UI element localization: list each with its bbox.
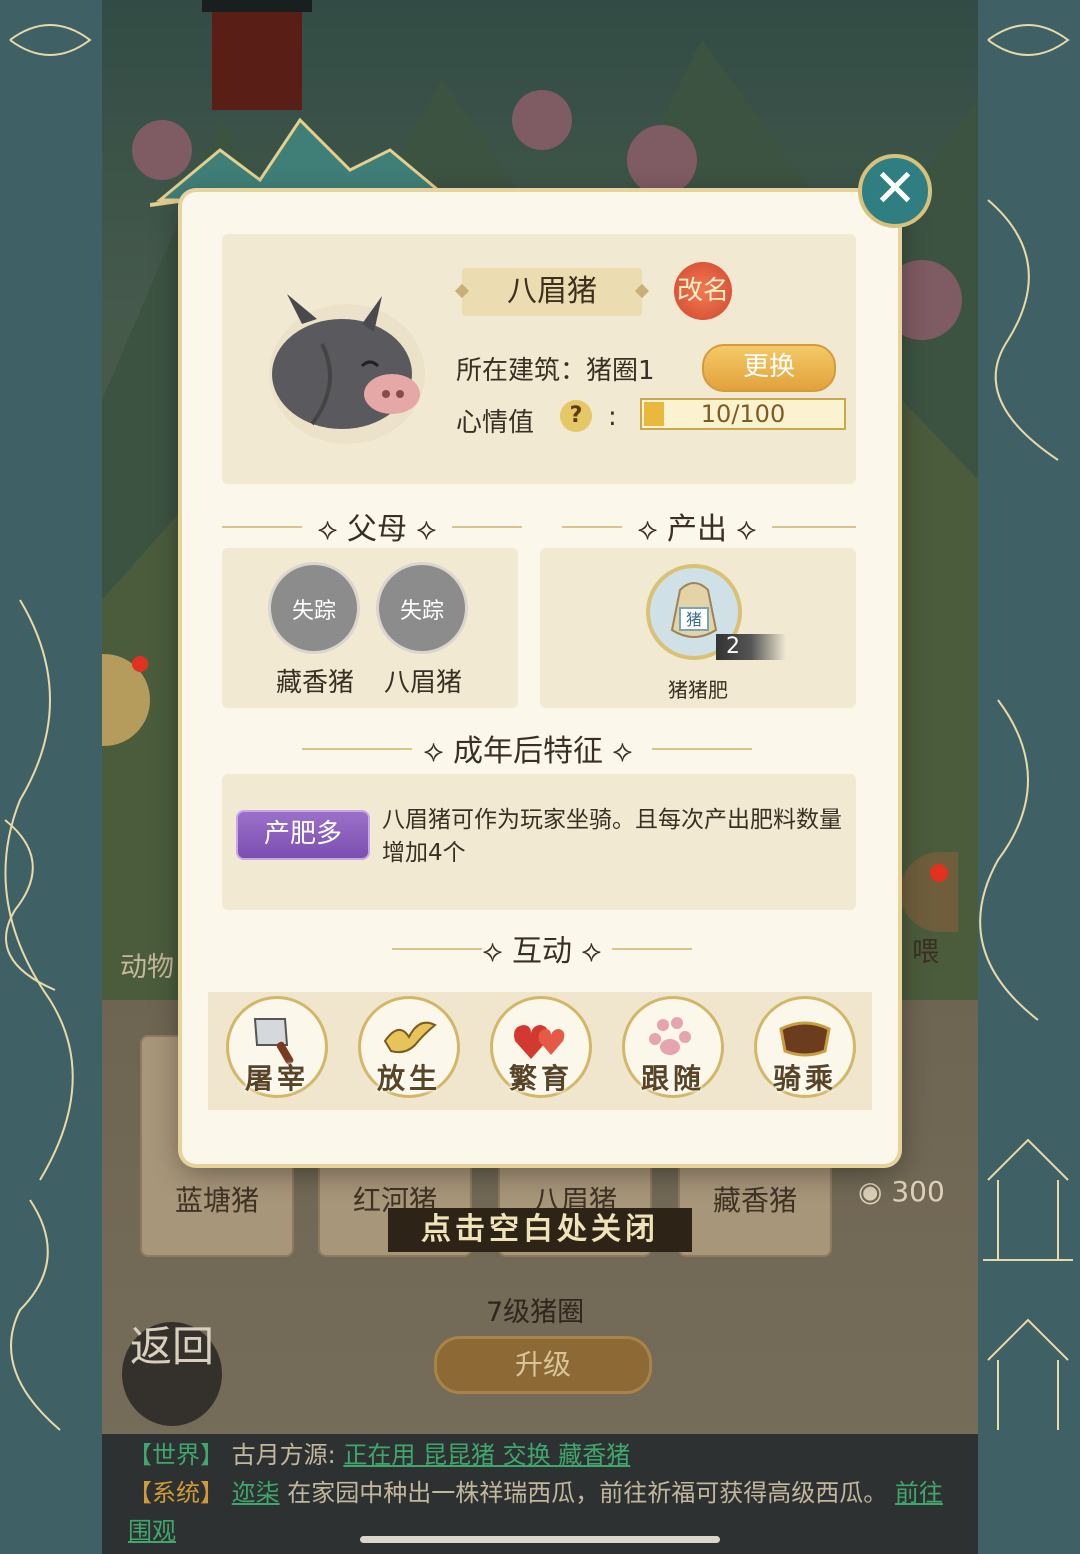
home-indicator[interactable]: [360, 1536, 720, 1543]
mood-colon: :: [608, 402, 617, 432]
right-decor-border: [978, 0, 1080, 1554]
follow-button[interactable]: 跟随: [622, 996, 724, 1098]
help-icon[interactable]: ?: [560, 400, 592, 432]
feed-label: 喂: [912, 937, 939, 968]
close-hint[interactable]: 点击空白处关闭: [388, 1208, 692, 1252]
release-button[interactable]: 放生: [358, 996, 460, 1098]
divider: [452, 526, 522, 528]
action-label: 放生: [376, 1062, 441, 1095]
parents-box: 失踪 藏香猪 失踪 八眉猪: [222, 548, 518, 708]
trait-box: 产肥多 八眉猪可作为玩家坐骑。且每次产出肥料数量增加4个: [222, 774, 856, 910]
action-label: 屠宰: [244, 1062, 309, 1095]
divider: [302, 748, 412, 750]
output-title: ⟡ 产出 ⟡: [637, 512, 757, 547]
svg-text:猪: 猪: [686, 610, 702, 629]
output-box: 猪 2 猪猪肥: [540, 548, 856, 708]
slaughter-button[interactable]: 屠宰: [226, 996, 328, 1098]
actions-box: 屠宰 放生 繁育 跟随 骑乘: [208, 992, 872, 1110]
mood-label: 心情值: [456, 408, 535, 438]
chat-trade-link[interactable]: 正在用 昆昆猪 交换 藏香猪: [343, 1441, 630, 1469]
pen-level-label: 7级猪圈: [486, 1297, 585, 1328]
ride-button[interactable]: 骑乘: [754, 996, 856, 1098]
close-icon[interactable]: ✕: [858, 154, 932, 228]
chat-sender: 古月方源:: [231, 1441, 336, 1469]
action-label: 骑乘: [772, 1062, 837, 1095]
building-label: 所在建筑：猪圈1: [456, 356, 655, 386]
action-label: 繁育: [508, 1062, 573, 1095]
trait-title: ⟡ 成年后特征 ⟡: [423, 734, 633, 769]
chat-line-world: 【世界】 古月方源: 正在用 昆昆猪 交换 藏香猪: [128, 1436, 952, 1474]
trait-description: 八眉猪可作为玩家坐骑。且每次产出肥料数量增加4个: [382, 807, 842, 866]
left-decor-border: [0, 0, 102, 1554]
pig-detail-modal: 八眉猪 改名 所在建筑：猪圈1 更换 心情值 ? : 10/100 ⟡ 父母 ⟡…: [182, 192, 898, 1164]
breed-button[interactable]: 繁育: [490, 996, 592, 1098]
interact-title: ⟡ 互动 ⟡: [482, 934, 602, 969]
output-name: 猪猪肥: [668, 678, 728, 702]
notification-dot: [132, 656, 148, 672]
trait-tag: 产肥多: [236, 810, 370, 860]
pig-info-box: 八眉猪 改名 所在建筑：猪圈1 更换 心情值 ? : 10/100: [222, 234, 856, 484]
action-label: 跟随: [640, 1062, 705, 1095]
coin-count: ◉ 300: [858, 1175, 945, 1208]
rename-button[interactable]: 改名: [674, 262, 732, 320]
parent-status: 失踪: [399, 599, 444, 624]
chat-player-link[interactable]: 迩柒: [232, 1479, 280, 1507]
divider: [612, 948, 692, 950]
upgrade-button[interactable]: 升级: [434, 1336, 652, 1394]
notification-dot: [930, 864, 948, 882]
pig-name-plate: 八眉猪: [462, 268, 642, 316]
parent-avatar-2[interactable]: 失踪: [376, 562, 468, 654]
animal-tab-label: 动物: [120, 952, 174, 983]
parent-avatar-1[interactable]: 失踪: [268, 562, 360, 654]
coin-icon: ◉: [858, 1175, 883, 1208]
chat-message: 在家园中种出一株祥瑞西瓜，前往祈福可获得高级西瓜。: [287, 1479, 888, 1507]
parent-status: 失踪: [291, 599, 336, 624]
return-button[interactable]: 返回: [122, 1322, 222, 1426]
output-count: 2: [716, 634, 786, 660]
change-building-button[interactable]: 更换: [702, 344, 836, 392]
mood-value: 10/100: [700, 400, 786, 428]
divider: [222, 526, 302, 528]
chat-channel-tag: 【系统】: [128, 1479, 224, 1507]
pig-card-name: 藏香猪: [712, 1184, 797, 1217]
chat-channel-tag: 【世界】: [128, 1441, 224, 1469]
parents-title: ⟡ 父母 ⟡: [317, 512, 437, 547]
divider: [772, 526, 856, 528]
mood-progress-bar: 10/100: [640, 398, 846, 430]
divider: [562, 526, 622, 528]
parent-name-2: 八眉猪: [383, 668, 462, 698]
divider: [652, 748, 752, 750]
pig-avatar: [269, 294, 425, 444]
parent-name-1: 藏香猪: [275, 668, 354, 698]
pig-card-name: 蓝塘猪: [174, 1184, 259, 1217]
